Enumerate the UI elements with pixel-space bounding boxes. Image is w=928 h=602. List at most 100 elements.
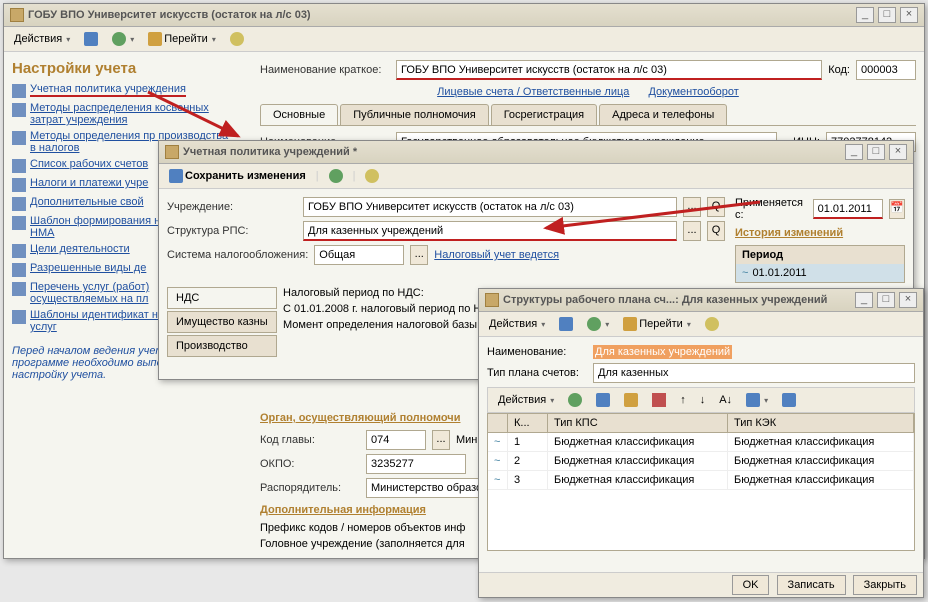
col-kek[interactable]: Тип КЭК	[728, 414, 914, 432]
sidebar-item-policy[interactable]: Учетная политика учреждения	[12, 83, 234, 98]
shortname-input[interactable]	[396, 60, 822, 80]
help-icon[interactable]	[361, 167, 383, 185]
sidebar-item-methods[interactable]: Методы распределения косвенных затрат уч…	[12, 102, 234, 126]
main-titlebar: ГОБУ ВПО Университет искусств (остаток н…	[4, 4, 924, 27]
toolbar-save-icon[interactable]	[80, 30, 102, 48]
tab-production[interactable]: Производство	[167, 335, 277, 357]
apply-label: Применяется с:	[735, 197, 807, 221]
struct-name-label: Наименование:	[487, 346, 587, 358]
grid-row[interactable]: ~3Бюджетная классификацияБюджетная класс…	[488, 471, 914, 490]
link-accounts[interactable]: Лицевые счета / Ответственные лица	[437, 86, 629, 98]
glava-select-button[interactable]: ...	[432, 430, 450, 450]
goto-menu[interactable]: Перейти	[144, 30, 220, 48]
grid-row[interactable]: ~2Бюджетная классификацияБюджетная класс…	[488, 452, 914, 471]
struct-select-button[interactable]: ...	[683, 221, 701, 241]
code-input[interactable]	[856, 60, 916, 80]
tab-main[interactable]: Основные	[260, 104, 338, 125]
struct-close-button[interactable]: ×	[899, 292, 917, 308]
wave-icon: ~	[494, 436, 500, 448]
tab-property[interactable]: Имущество казны	[167, 311, 277, 333]
col-k[interactable]: К...	[508, 414, 548, 432]
sort-icon[interactable]: A↓	[715, 392, 736, 408]
struct-input[interactable]	[303, 221, 677, 241]
sidebar-title: Настройки учета	[12, 60, 234, 77]
struct-maximize-button[interactable]: □	[877, 292, 895, 308]
org-open-button[interactable]: Q	[707, 197, 725, 217]
head-label: Головное учреждение (заполняется для	[260, 538, 465, 550]
doc-icon	[485, 293, 499, 307]
clear-filter-icon[interactable]	[778, 391, 800, 409]
delete-icon[interactable]	[648, 391, 670, 409]
history-col-period: Период	[736, 246, 904, 264]
policy-titlebar: Учетная политика учреждений * _ □ ×	[159, 141, 913, 164]
struct-help-icon[interactable]	[701, 315, 723, 333]
tab-public[interactable]: Публичные полномочия	[340, 104, 489, 125]
main-title: ГОБУ ВПО Университет искусств (остаток н…	[28, 9, 852, 21]
policy-close-button[interactable]: ×	[889, 144, 907, 160]
wave-icon: ~	[494, 474, 500, 486]
okpo-input[interactable]	[366, 454, 466, 474]
grid-row[interactable]: ~1Бюджетная классификацияБюджетная класс…	[488, 433, 914, 452]
up-icon[interactable]: ↑	[676, 392, 690, 408]
policy-maximize-button[interactable]: □	[867, 144, 885, 160]
toolbar-refresh-icon[interactable]	[108, 30, 138, 48]
wave-icon: ~	[742, 267, 748, 279]
struct-buttons: OK Записать Закрыть	[479, 572, 923, 597]
edit-icon[interactable]	[620, 391, 642, 409]
app-icon	[10, 8, 24, 22]
main-tabs: Основные Публичные полномочия Госрегистр…	[260, 104, 916, 126]
add-icon[interactable]	[564, 391, 586, 409]
refresh-icon[interactable]	[325, 167, 347, 185]
struct-goto-menu[interactable]: Перейти	[619, 315, 695, 333]
grid-actions-menu[interactable]: Действия	[494, 392, 558, 408]
minimize-button[interactable]: _	[856, 7, 874, 23]
history-grid: Период ~01.01.2011	[735, 245, 905, 283]
tax-sys-label: Система налогообложения:	[167, 249, 308, 261]
wrench-icon	[12, 103, 26, 117]
list-icon	[12, 244, 26, 258]
maximize-button[interactable]: □	[878, 7, 896, 23]
struct-open-button[interactable]: Q	[707, 221, 725, 241]
down-icon[interactable]: ↓	[696, 392, 710, 408]
tab-addr[interactable]: Адреса и телефоны	[599, 104, 727, 125]
struct-refresh-icon[interactable]	[583, 315, 613, 333]
link-docs[interactable]: Документооборот	[648, 86, 738, 98]
list-icon	[12, 178, 26, 192]
tax-link[interactable]: Налоговый учет ведется	[434, 249, 559, 261]
glava-input[interactable]	[366, 430, 426, 450]
actions-menu[interactable]: Действия	[10, 31, 74, 47]
save-button[interactable]: Сохранить изменения	[165, 167, 310, 185]
shortname-label: Наименование краткое:	[260, 64, 390, 76]
col-kps[interactable]: Тип КПС	[548, 414, 728, 432]
org-select-button[interactable]: ...	[683, 197, 701, 217]
copy-icon[interactable]	[592, 391, 614, 409]
tax-sys-input[interactable]	[314, 245, 404, 265]
struct-name-value[interactable]: Для казенных учреждений	[593, 345, 732, 359]
close-button[interactable]: ×	[900, 7, 918, 23]
history-row[interactable]: ~01.01.2011	[736, 264, 904, 282]
help-icon[interactable]	[226, 30, 248, 48]
save-button[interactable]: Записать	[777, 575, 846, 595]
policy-title: Учетная политика учреждений *	[183, 146, 841, 158]
okpo-label: ОКПО:	[260, 458, 360, 470]
ok-button[interactable]: OK	[732, 575, 770, 595]
filter-icon[interactable]	[742, 391, 772, 409]
close-button[interactable]: Закрыть	[853, 575, 917, 595]
apply-date-input[interactable]	[813, 199, 883, 219]
policy-minimize-button[interactable]: _	[845, 144, 863, 160]
org-input[interactable]	[303, 197, 677, 217]
tax-sys-select-button[interactable]: ...	[410, 245, 428, 265]
struct-minimize-button[interactable]: _	[855, 292, 873, 308]
wrench-icon	[12, 131, 26, 145]
tab-gosreg[interactable]: Госрегистрация	[491, 104, 597, 125]
code-label: Код:	[828, 64, 850, 76]
struct-actions-menu[interactable]: Действия	[485, 316, 549, 332]
struct-save-icon[interactable]	[555, 315, 577, 333]
tab-nds[interactable]: НДС	[167, 287, 277, 309]
wrench-icon	[12, 84, 26, 98]
history-title: История изменений	[735, 227, 905, 239]
calendar-icon[interactable]: 📅	[889, 199, 905, 219]
list-icon	[12, 282, 26, 296]
list-icon	[12, 197, 26, 211]
struct-plan-input[interactable]	[593, 363, 915, 383]
